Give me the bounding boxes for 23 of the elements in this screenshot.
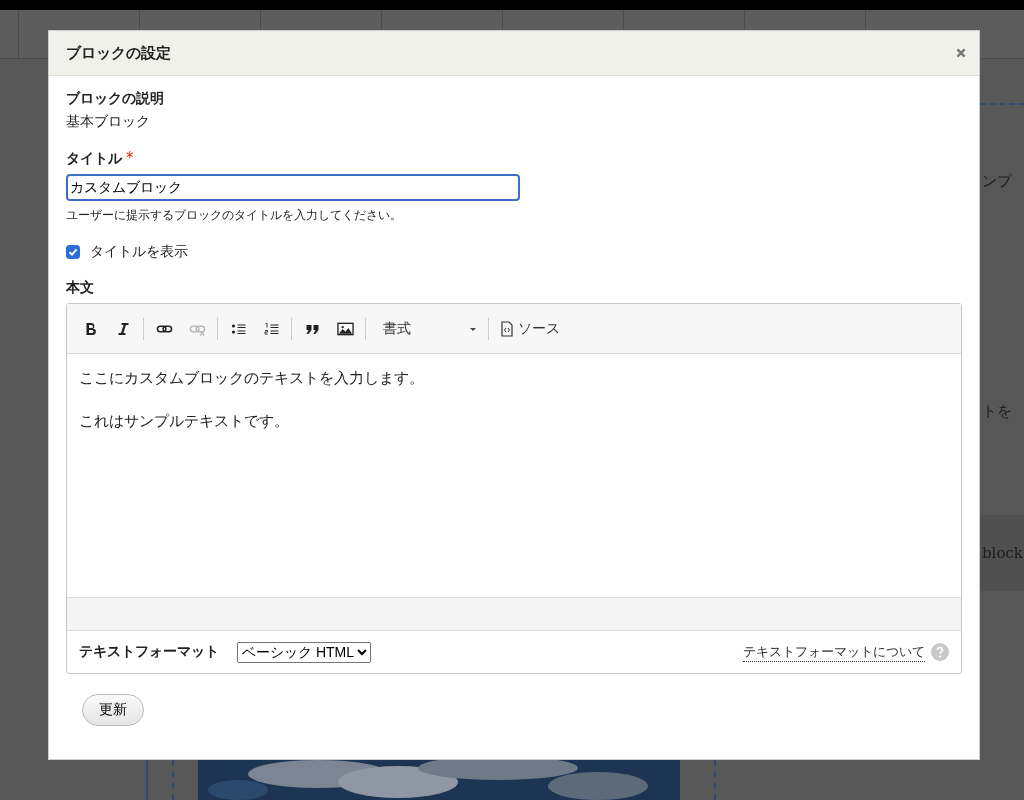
checkbox-label: タイトルを表示 xyxy=(90,243,188,261)
source-button[interactable]: ソース xyxy=(494,319,566,338)
background-text: ンプ xyxy=(982,172,1012,191)
update-button[interactable]: 更新 xyxy=(82,694,144,726)
code-file-icon xyxy=(500,320,514,337)
text-format-label: テキストフォーマット xyxy=(79,643,219,661)
image-icon[interactable] xyxy=(336,320,354,337)
format-dropdown[interactable]: 書式 xyxy=(371,314,483,343)
close-icon[interactable] xyxy=(955,47,967,59)
field-label: ブロックの説明 xyxy=(66,90,165,108)
numbered-list-icon[interactable] xyxy=(262,320,280,337)
text-format-link[interactable]: テキストフォーマットについて xyxy=(743,642,925,662)
body-paragraph: これはサンプルテキストです。 xyxy=(79,411,290,432)
field-label: タイトル xyxy=(66,150,122,168)
field-value: 基本ブロック xyxy=(66,113,151,131)
field-label: 本文 xyxy=(66,279,95,297)
help-text: ユーザーに提示するブロックのタイトルを入力してください。 xyxy=(66,207,403,224)
dialog-title: ブロックの設定 xyxy=(66,43,172,63)
required-icon: * xyxy=(126,149,134,167)
body-paragraph: ここにカスタムブロックのテキストを入力します。 xyxy=(79,368,425,389)
checkbox[interactable] xyxy=(66,245,80,259)
title-input[interactable]: カスタムブロック xyxy=(66,174,520,201)
text-format-select[interactable]: ベーシック HTML xyxy=(237,641,371,663)
